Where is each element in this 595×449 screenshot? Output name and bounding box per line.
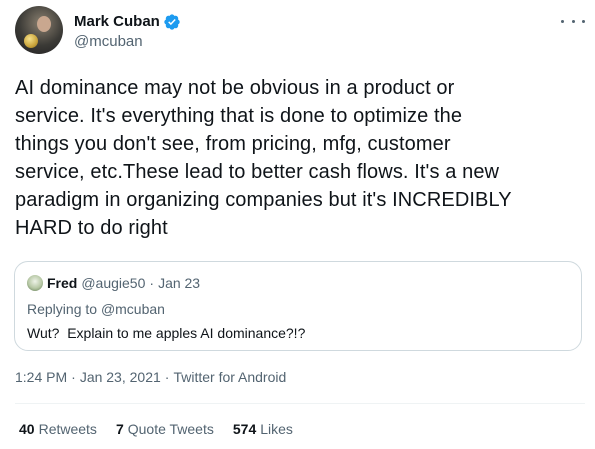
more-dot [571, 19, 575, 23]
replying-prefix: Replying to [27, 301, 98, 317]
replying-mention[interactable]: @mcuban [101, 301, 165, 317]
author-handle[interactable]: @mcuban [74, 33, 143, 51]
tweet-text: AI dominance may not be obvious in a pro… [15, 74, 585, 242]
quoted-author-name: Fred [47, 275, 78, 291]
tweet-text-line: AI dominance may not be obvious in a pro… [15, 77, 455, 99]
quoted-separator: · [149, 275, 155, 291]
avatar-trophy [24, 34, 38, 48]
quote-tweets-count: 7 [115, 421, 124, 437]
meta-separator: · [71, 369, 76, 385]
meta-separator: · [164, 369, 170, 385]
likes-count: 574 [232, 421, 257, 437]
likes-stat[interactable]: 574 Likes [233, 420, 293, 438]
tweet-stats: 40 Retweets 7 Quote Tweets 574 Likes [19, 420, 312, 438]
tweet-text-line: service, etc.These lead to better cash f… [15, 161, 500, 183]
author-avatar[interactable] [15, 6, 63, 54]
more-dot [582, 19, 585, 23]
author-display-name[interactable]: Mark Cuban [74, 13, 160, 31]
verified-badge-icon [163, 13, 181, 31]
retweets-stat[interactable]: 40 Retweets [19, 420, 97, 438]
quoted-author-handle: @augie50 [81, 275, 146, 291]
author-name-row: Mark Cuban [74, 13, 181, 31]
quoted-tweet-text: Wut? Explain to me apples AI dominance?!… [27, 325, 306, 341]
more-dot [561, 19, 564, 23]
tweet-text-line: things you don't see, from pricing, mfg,… [15, 133, 451, 155]
tweet-text-line: HARD to do right [15, 217, 168, 239]
tweet-source[interactable]: Twitter for Android [173, 368, 286, 386]
tweet-text-line: service. It's everything that is done to… [15, 105, 463, 127]
tweet-meta: 1:24 PM · Jan 23, 2021 · Twitter for And… [15, 368, 286, 386]
tweet-date[interactable]: Jan 23, 2021 [80, 368, 161, 386]
more-options-icon[interactable] [561, 14, 585, 28]
quoted-tweet[interactable]: Fred @augie50 · Jan 23 Replying to @mcub… [14, 261, 582, 351]
quote-tweets-stat[interactable]: 7 Quote Tweets [116, 420, 214, 438]
likes-label: Likes [260, 421, 293, 437]
tweet-text-line: paradigm in organizing companies but it'… [15, 189, 512, 211]
avatar-face [37, 16, 51, 32]
quoted-replying-to: Replying to @mcuban [27, 300, 165, 318]
divider [15, 403, 585, 404]
tweet-card: Mark Cuban @mcuban AI dominance may not … [0, 0, 595, 449]
quoted-date: Jan 23 [158, 275, 201, 291]
quote-tweets-label: Quote Tweets [127, 421, 214, 437]
quoted-tweet-header: Fred @augie50 · Jan 23 [27, 274, 200, 292]
quoted-author-avatar [27, 275, 43, 291]
retweets-label: Retweets [38, 421, 97, 437]
tweet-time[interactable]: 1:24 PM [15, 368, 67, 386]
retweets-count: 40 [19, 421, 35, 437]
